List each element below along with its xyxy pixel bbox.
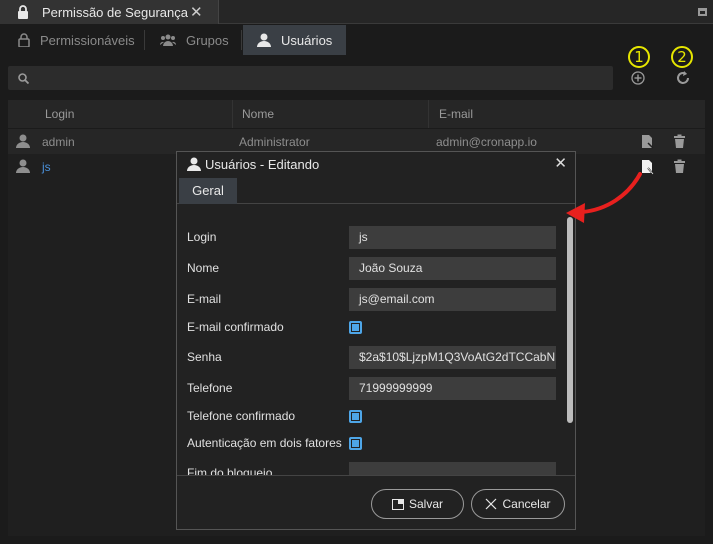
nav-divider	[144, 30, 145, 50]
login-label: Login	[187, 230, 217, 244]
window-tabstrip: Permissão de Segurança ✕	[0, 0, 713, 24]
column-header-name[interactable]: Nome	[242, 107, 274, 121]
scrollbar-thumb[interactable]	[567, 217, 573, 423]
cancel-button-label: Cancelar	[502, 497, 551, 511]
cell-login: admin	[42, 135, 75, 149]
email-label: E-mail	[187, 292, 222, 306]
phone-confirmed-checkbox[interactable]	[349, 410, 362, 423]
grid-header: Login Nome E-mail	[8, 100, 705, 128]
form-row-email-confirmed: E-mail confirmado	[177, 318, 565, 342]
dialog-title: Usuários - Editando	[205, 156, 320, 172]
phone-field[interactable]: 71999999999	[349, 377, 556, 400]
form-scrollbar[interactable]	[567, 205, 573, 475]
user-icon	[16, 134, 30, 148]
save-button-label: Salvar	[408, 497, 443, 511]
form-row-password: Senha $2a$10$LjzpM1Q3VoAtG2dTCCabN	[177, 346, 565, 370]
search-input[interactable]	[37, 71, 597, 85]
phone-label: Telefone	[187, 381, 233, 395]
window-minimize-icon[interactable]	[698, 8, 707, 16]
form-row-email: E-mail js@email.com	[177, 288, 565, 312]
cell-login: js	[42, 160, 51, 174]
email-confirmed-checkbox[interactable]	[349, 321, 362, 334]
form-row-phone-confirmed: Telefone confirmado	[177, 407, 565, 431]
lock-icon	[18, 5, 28, 19]
document-tab[interactable]: Permissão de Segurança ✕	[0, 0, 219, 24]
password-field[interactable]: $2a$10$LjzpM1Q3VoAtG2dTCCabN	[349, 346, 556, 369]
two-factor-label: Autenticação em dois fatores	[187, 436, 342, 450]
edit-icon[interactable]	[641, 159, 655, 175]
user-form: Login js Nome João Souza E-mail js@email…	[177, 205, 565, 475]
dialog-titlebar[interactable]: Usuários - Editando ✕	[177, 152, 575, 176]
name-field[interactable]: João Souza	[349, 257, 556, 280]
user-icon	[257, 33, 271, 47]
login-field[interactable]: js	[349, 226, 556, 249]
nav-item-label: Grupos	[186, 32, 229, 48]
phone-confirmed-label: Telefone confirmado	[187, 409, 296, 423]
annotation-1: 1	[628, 46, 650, 68]
dialog-tabs: Geral	[177, 178, 575, 204]
nav-item-label: Permissionáveis	[40, 32, 135, 48]
cancel-button[interactable]: Cancelar	[471, 489, 565, 519]
form-row-name: Nome João Souza	[177, 257, 565, 281]
nav-item-permissionaveis[interactable]: Permissionáveis	[18, 25, 135, 55]
tab-geral[interactable]: Geral	[179, 178, 237, 204]
sub-navigation: Permissionáveis Grupos Usuários	[0, 24, 713, 56]
group-icon	[160, 34, 176, 46]
refresh-icon[interactable]	[675, 70, 691, 86]
save-button[interactable]: Salvar	[371, 489, 464, 519]
edit-user-dialog: Usuários - Editando ✕ Geral Login js Nom…	[176, 151, 576, 530]
lock-icon	[18, 33, 30, 47]
trash-icon[interactable]	[673, 134, 686, 149]
form-row-lockout-end: Fim do bloqueio	[177, 462, 565, 475]
nav-divider	[241, 30, 242, 50]
lockout-end-label: Fim do bloqueio	[187, 466, 273, 475]
close-icon[interactable]: ✕	[554, 154, 567, 172]
form-row-two-factor: Autenticação em dois fatores	[177, 434, 565, 458]
edit-icon[interactable]	[641, 134, 654, 149]
document-tab-title: Permissão de Segurança	[42, 4, 188, 20]
cell-name: Administrator	[239, 135, 310, 149]
user-icon	[16, 159, 30, 173]
nav-item-usuarios[interactable]: Usuários	[243, 25, 347, 55]
password-label: Senha	[187, 350, 222, 364]
lockout-end-field[interactable]	[349, 462, 556, 475]
add-icon[interactable]	[631, 71, 645, 85]
email-confirmed-label: E-mail confirmado	[187, 320, 284, 334]
search-bar	[8, 66, 613, 90]
column-header-email[interactable]: E-mail	[439, 107, 473, 121]
nav-item-grupos[interactable]: Grupos	[160, 25, 229, 55]
nav-item-label: Usuários	[281, 32, 333, 48]
two-factor-checkbox[interactable]	[349, 437, 362, 450]
search-icon	[18, 72, 29, 84]
user-icon	[187, 157, 201, 171]
column-header-login[interactable]: Login	[45, 107, 74, 121]
cell-email: admin@cronapp.io	[436, 135, 537, 149]
close-icon	[486, 498, 497, 510]
form-row-phone: Telefone 71999999999	[177, 377, 565, 401]
save-icon	[391, 498, 404, 510]
trash-icon[interactable]	[673, 159, 686, 174]
annotation-2: 2	[671, 46, 693, 68]
form-row-login: Login js	[177, 226, 565, 250]
email-field[interactable]: js@email.com	[349, 288, 556, 311]
close-tab-icon[interactable]: ✕	[190, 3, 203, 21]
name-label: Nome	[187, 261, 220, 275]
dialog-footer: Salvar Cancelar	[177, 475, 575, 529]
